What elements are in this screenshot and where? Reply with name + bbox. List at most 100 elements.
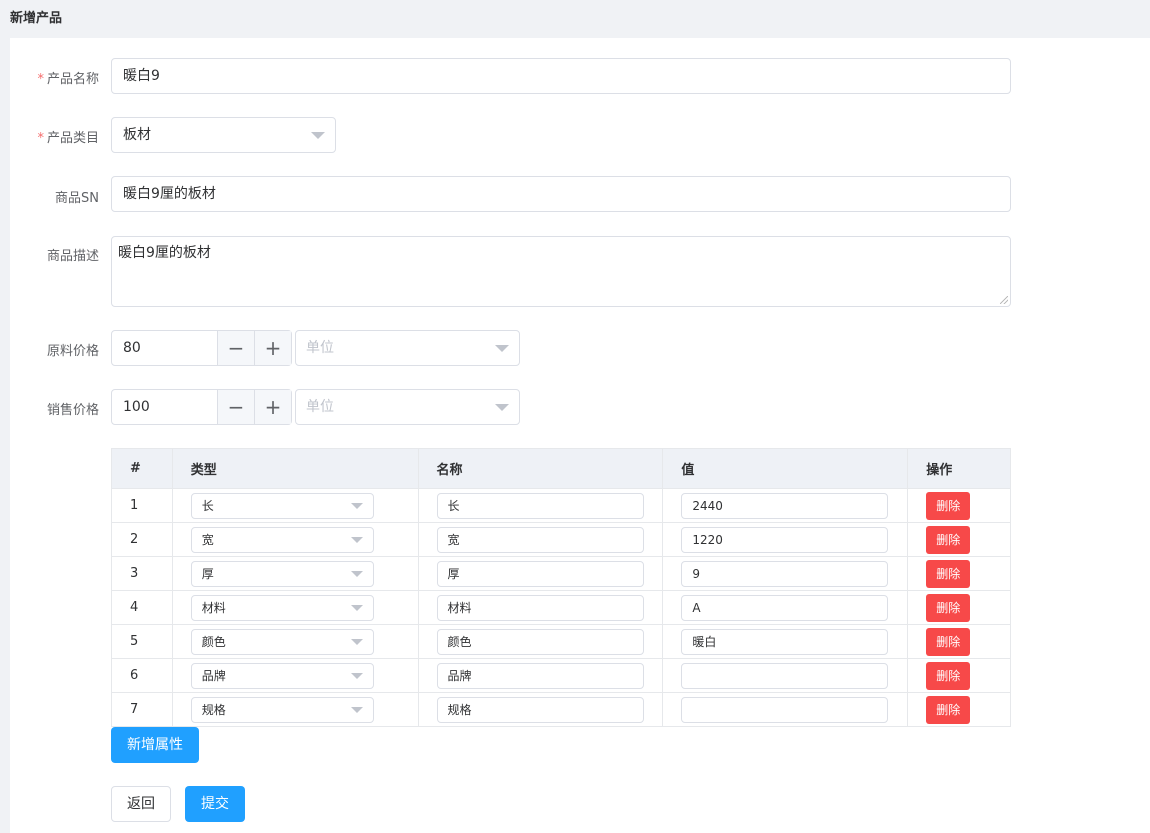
- attribute-type-value: 宽: [201, 532, 214, 547]
- caret-down-icon: [495, 404, 509, 411]
- value-cell: 9: [662, 556, 909, 591]
- column-header-type: 类型: [171, 448, 419, 489]
- plus-icon[interactable]: +: [254, 331, 291, 365]
- row-index: 1: [111, 488, 173, 523]
- name-cell: 材料: [417, 590, 664, 625]
- row-index: 6: [111, 658, 173, 693]
- attribute-type-value: 颜色: [201, 634, 226, 649]
- attribute-type-value: 材料: [201, 600, 226, 615]
- caret-down-icon: [350, 536, 363, 543]
- attribute-type-select[interactable]: 材料: [190, 594, 374, 621]
- submit-button[interactable]: 提交: [185, 786, 245, 822]
- value-cell: 1220: [662, 522, 909, 557]
- delete-attribute-button[interactable]: 删除: [926, 695, 971, 724]
- back-button[interactable]: 返回: [111, 786, 171, 822]
- attribute-value-input[interactable]: 9: [681, 560, 889, 587]
- product-name-label: * 产品名称: [37, 72, 99, 87]
- value-cell: [662, 692, 909, 727]
- caret-down-icon: [350, 502, 363, 509]
- attribute-name-input[interactable]: 颜色: [436, 628, 644, 655]
- delete-attribute-button[interactable]: 删除: [926, 525, 971, 554]
- value-cell: [662, 658, 909, 693]
- sale-price-value[interactable]: 100: [123, 390, 150, 424]
- attribute-table: # 类型 名称 值 操作 1 长 长 2440 删除 2 宽 宽 1220 删除 3 厚 厚 9 删除 4 材料…: [111, 448, 1011, 727]
- attribute-name-input[interactable]: 宽: [436, 526, 644, 553]
- value-cell: 暖白: [662, 624, 909, 659]
- product-sn-label: 商品SN: [55, 191, 99, 206]
- delete-attribute-button[interactable]: 删除: [926, 627, 971, 656]
- name-cell: 颜色: [417, 624, 664, 659]
- action-cell: 删除: [907, 590, 1011, 625]
- table-row: 5 颜色 颜色 暖白 删除: [111, 624, 1011, 659]
- table-header-row: # 类型 名称 值 操作: [111, 448, 1011, 489]
- product-desc-textarea[interactable]: 暖白9厘的板材: [111, 236, 1011, 307]
- attribute-name-input[interactable]: 规格: [436, 696, 644, 723]
- raw-price-label: 原料价格: [46, 344, 99, 359]
- value-cell: A: [662, 590, 909, 625]
- attribute-value-input[interactable]: A: [681, 594, 889, 621]
- minus-icon[interactable]: −: [217, 331, 254, 365]
- plus-icon[interactable]: +: [254, 390, 291, 424]
- type-cell: 长: [171, 488, 419, 523]
- table-row: 7 规格 规格 删除: [111, 692, 1011, 727]
- resize-handle-icon[interactable]: [1000, 296, 1008, 304]
- raw-price-unit-placeholder: 单位: [306, 340, 334, 356]
- table-row: 3 厚 厚 9 删除: [111, 556, 1011, 591]
- product-category-label: * 产品类目: [37, 131, 99, 146]
- attribute-name-input[interactable]: 品牌: [436, 662, 644, 689]
- caret-down-icon: [350, 570, 363, 577]
- raw-price-stepper[interactable]: 80 − +: [111, 330, 292, 366]
- row-index: 3: [111, 556, 173, 591]
- product-desc-value: 暖白9厘的板材: [118, 245, 211, 261]
- product-category-select[interactable]: 板材: [111, 117, 336, 153]
- table-row: 1 长 长 2440 删除: [111, 488, 1011, 523]
- raw-price-unit-select[interactable]: 单位: [295, 330, 520, 366]
- attribute-value-input[interactable]: 1220: [681, 526, 889, 553]
- attribute-name-input[interactable]: 长: [436, 492, 644, 519]
- attribute-type-select[interactable]: 品牌: [190, 662, 374, 689]
- attribute-value-input[interactable]: 暖白: [681, 628, 889, 655]
- delete-attribute-button[interactable]: 删除: [926, 593, 971, 622]
- attribute-type-value: 长: [201, 498, 214, 513]
- caret-down-icon: [350, 604, 363, 611]
- product-category-value: 板材: [123, 127, 151, 143]
- attribute-value-input[interactable]: [681, 662, 889, 689]
- column-header-value: 值: [662, 448, 909, 489]
- raw-price-value[interactable]: 80: [123, 331, 141, 365]
- sale-price-label: 销售价格: [46, 403, 99, 418]
- attribute-type-select[interactable]: 规格: [190, 696, 374, 723]
- attribute-type-select[interactable]: 长: [190, 492, 374, 519]
- action-cell: 删除: [907, 658, 1011, 693]
- attribute-type-select[interactable]: 宽: [190, 526, 374, 553]
- name-cell: 规格: [417, 692, 664, 727]
- column-header-index: #: [111, 448, 173, 489]
- attribute-name-input[interactable]: 厚: [436, 560, 644, 587]
- delete-attribute-button[interactable]: 删除: [926, 559, 971, 588]
- product-sn-input[interactable]: 暖白9厘的板材: [111, 176, 1011, 212]
- row-index: 4: [111, 590, 173, 625]
- add-attribute-button[interactable]: 新增属性: [111, 727, 199, 763]
- delete-attribute-button[interactable]: 删除: [926, 661, 971, 690]
- action-cell: 删除: [907, 692, 1011, 727]
- table-row: 6 品牌 品牌 删除: [111, 658, 1011, 693]
- attribute-value-input[interactable]: [681, 696, 889, 723]
- attribute-value-input[interactable]: 2440: [681, 492, 889, 519]
- attribute-type-select[interactable]: 颜色: [190, 628, 374, 655]
- name-cell: 厚: [417, 556, 664, 591]
- sale-price-stepper[interactable]: 100 − +: [111, 389, 292, 425]
- product-name-input[interactable]: 暖白9: [111, 58, 1011, 94]
- minus-icon[interactable]: −: [217, 390, 254, 424]
- sale-price-unit-select[interactable]: 单位: [295, 389, 520, 425]
- type-cell: 材料: [171, 590, 419, 625]
- action-cell: 删除: [907, 522, 1011, 557]
- column-header-action: 操作: [907, 448, 1011, 489]
- column-header-name: 名称: [417, 448, 664, 489]
- attribute-name-input[interactable]: 材料: [436, 594, 644, 621]
- page-title: 新增产品: [10, 11, 63, 26]
- caret-down-icon: [350, 706, 363, 713]
- value-cell: 2440: [662, 488, 909, 523]
- delete-attribute-button[interactable]: 删除: [926, 491, 971, 520]
- caret-down-icon: [350, 672, 363, 679]
- attribute-type-select[interactable]: 厚: [190, 560, 374, 587]
- table-row: 2 宽 宽 1220 删除: [111, 522, 1011, 557]
